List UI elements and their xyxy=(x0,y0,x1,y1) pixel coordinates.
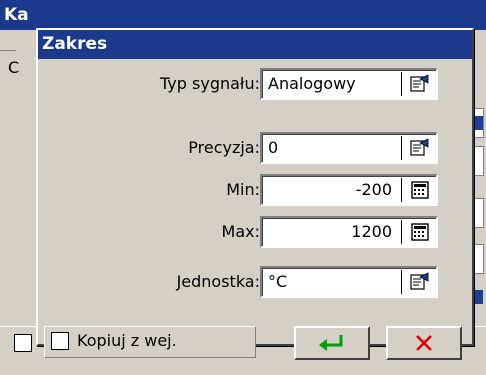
copy-from-input-checkbox-row[interactable]: Kopiuj z wej. xyxy=(44,326,256,358)
range-dialog: Zakres Typ sygnału: Analogowy Precyzja: … xyxy=(36,28,474,360)
background-window-title: Ka xyxy=(4,5,29,25)
field-separator xyxy=(401,270,402,294)
background-list-icon-1 xyxy=(475,116,483,130)
unit-value: °C xyxy=(268,272,288,291)
copy-from-input-checkbox[interactable] xyxy=(51,332,69,350)
copy-from-input-label: Kopiuj z wej. xyxy=(77,331,177,350)
signal-type-value: Analogowy xyxy=(268,74,356,93)
list-select-icon[interactable] xyxy=(406,136,434,160)
field-separator xyxy=(401,178,402,202)
list-select-icon[interactable] xyxy=(406,270,434,294)
cancel-button[interactable] xyxy=(386,326,462,360)
unit-label: Jednostka: xyxy=(176,272,260,291)
signal-type-label: Typ sygnału: xyxy=(160,74,260,93)
dialog-title: Zakres xyxy=(38,30,472,59)
unit-field[interactable]: °C xyxy=(260,266,438,298)
min-label: Min: xyxy=(226,180,260,199)
max-value: 1200 xyxy=(351,222,392,241)
background-list-icon-2 xyxy=(475,290,483,304)
enter-arrow-icon xyxy=(319,335,343,351)
close-x-icon xyxy=(416,335,432,351)
precision-label: Precyzja: xyxy=(188,138,260,157)
precision-field[interactable]: 0 xyxy=(260,132,438,164)
background-checkbox[interactable] xyxy=(14,334,32,352)
background-divider xyxy=(0,50,16,51)
max-field[interactable]: 1200 xyxy=(260,216,438,248)
field-separator xyxy=(401,220,402,244)
field-separator xyxy=(401,72,402,96)
field-separator xyxy=(401,136,402,160)
max-label: Max: xyxy=(221,222,260,241)
precision-value: 0 xyxy=(268,138,279,157)
min-value: -200 xyxy=(355,180,392,199)
calculator-icon[interactable] xyxy=(406,220,434,244)
min-field[interactable]: -200 xyxy=(260,174,438,206)
calculator-icon[interactable] xyxy=(406,178,434,202)
signal-type-field[interactable]: Analogowy xyxy=(260,68,438,100)
list-select-icon[interactable] xyxy=(406,72,434,96)
background-window-titlebar: Ka xyxy=(0,0,486,30)
ok-button[interactable] xyxy=(294,326,370,360)
background-text: C xyxy=(8,58,20,77)
